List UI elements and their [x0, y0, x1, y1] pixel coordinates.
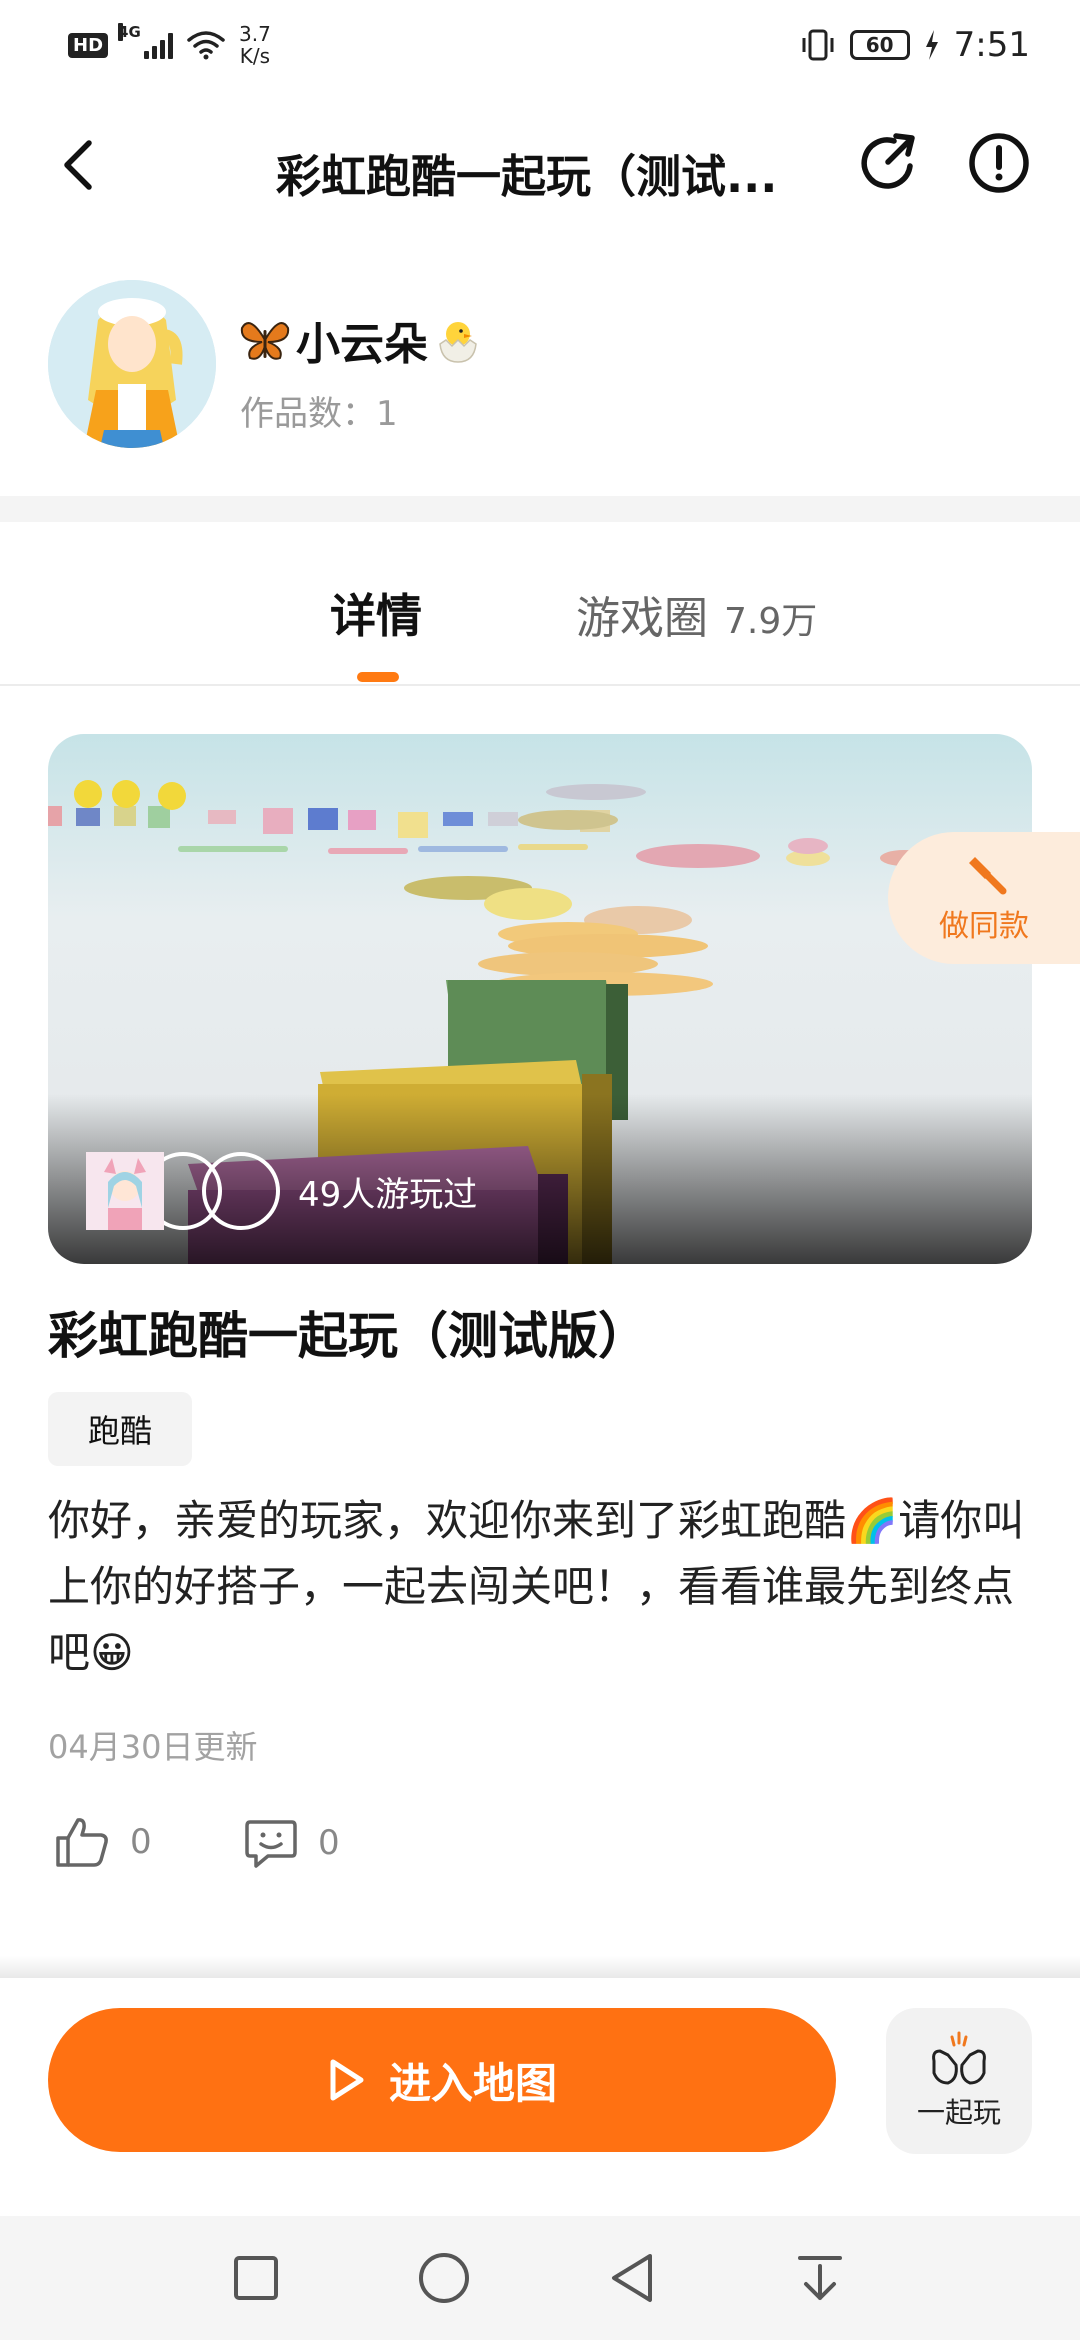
game-title: 彩虹跑酷一起玩（测试版）	[48, 1307, 648, 1365]
system-back-button[interactable]	[600, 2246, 664, 2310]
hd-badge: HD	[68, 32, 109, 58]
battery-indicator: 60	[849, 30, 910, 60]
play-together-button[interactable]: 一起玩	[886, 2008, 1032, 2154]
recents-button[interactable]	[224, 2246, 288, 2310]
speed-unit: K/s	[239, 44, 271, 68]
players-row: 49人游玩过	[86, 1152, 477, 1230]
comment-count: 0	[318, 1823, 340, 1863]
wifi-icon	[187, 31, 225, 60]
download-nav-icon	[798, 2256, 842, 2300]
enter-map-button[interactable]: 进入地图	[48, 2008, 836, 2152]
make-same-button[interactable]: 做同款	[888, 832, 1080, 964]
info-icon	[969, 133, 1029, 193]
comment-button[interactable]: 0	[244, 1816, 340, 1870]
vibrate-icon	[802, 29, 834, 61]
thumbs-up-icon	[56, 1818, 108, 1867]
back-icon	[64, 140, 92, 190]
home-button[interactable]	[412, 2246, 476, 2310]
network-speed: 3.7 K/s	[239, 23, 271, 67]
section-divider	[0, 496, 1080, 522]
top-app-bar: 彩虹跑酷一起玩（测试...	[0, 100, 1080, 230]
bottom-action-bar: 进入地图 一起玩	[0, 1978, 1080, 2216]
play-icon	[330, 2059, 364, 2101]
status-left: HD 4G 3.7 K/s	[68, 23, 271, 67]
like-count: 0	[130, 1822, 152, 1862]
butterfly-icon	[240, 322, 290, 360]
report-button[interactable]	[966, 130, 1032, 196]
charging-icon	[925, 30, 938, 60]
status-bar: HD 4G 3.7 K/s 60 7:51	[0, 0, 1080, 90]
tab-game-circle[interactable]: 游戏圈 7.9万	[576, 582, 817, 646]
share-button[interactable]	[856, 130, 922, 196]
triangle-nav-icon	[612, 2254, 652, 2302]
hammer-icon	[969, 857, 1007, 895]
tab-bar: 详情 游戏圈 7.9万	[0, 522, 1080, 686]
works-label: 作品数：	[240, 394, 376, 434]
circle-nav-icon	[419, 2253, 469, 2303]
game-tag[interactable]: 跑酷	[48, 1392, 192, 1466]
tab-game-circle-count: 7.9万	[724, 601, 818, 642]
share-icon	[861, 133, 915, 189]
bottom-divider	[0, 1956, 1080, 1978]
like-button[interactable]: 0	[54, 1816, 152, 1868]
author-name: 小云朵	[296, 319, 428, 370]
comment-icon	[245, 1820, 297, 1868]
signal-icon: 4G	[118, 23, 174, 59]
players-count-text: 49人游玩过	[298, 1174, 478, 1215]
game-description: 你好，亲爱的玩家，欢迎你来到了彩虹跑酷🌈请你叫上你的好搭子，一起去闯关吧！，看看…	[48, 1496, 1025, 1677]
tab-detail[interactable]: 详情	[330, 580, 422, 646]
clock: 7:51	[953, 25, 1030, 65]
back-button[interactable]	[48, 130, 108, 200]
make-same-label: 做同款	[939, 909, 1029, 944]
notification-pull-button[interactable]	[788, 2246, 852, 2310]
play-together-label: 一起玩	[916, 2096, 1001, 2129]
game-cover[interactable]: 49人游玩过	[48, 734, 1032, 1264]
author-section: 小云朵 作品数：1	[48, 280, 1032, 450]
player-avatar	[86, 1152, 280, 1230]
tab-active-indicator	[357, 672, 399, 682]
page-title: 彩虹跑酷一起玩（测试...	[276, 150, 778, 203]
clap-icon	[932, 2031, 986, 2085]
works-count: 1	[376, 394, 398, 434]
author-name-row[interactable]: 小云朵	[240, 308, 482, 372]
speed-value: 3.7	[239, 22, 271, 46]
chick-icon	[439, 322, 477, 363]
enter-map-label: 进入地图	[388, 2058, 557, 2108]
square-nav-icon	[234, 2256, 278, 2300]
author-avatar[interactable]	[48, 280, 216, 448]
network-type: 4G	[118, 23, 141, 41]
update-date: 04月30日更新	[48, 1728, 258, 1766]
works-count-line: 作品数：1	[240, 386, 398, 435]
system-nav-bar	[0, 2216, 1080, 2340]
status-right: 60 7:51	[800, 25, 1030, 65]
tab-game-circle-label: 游戏圈	[576, 593, 708, 644]
